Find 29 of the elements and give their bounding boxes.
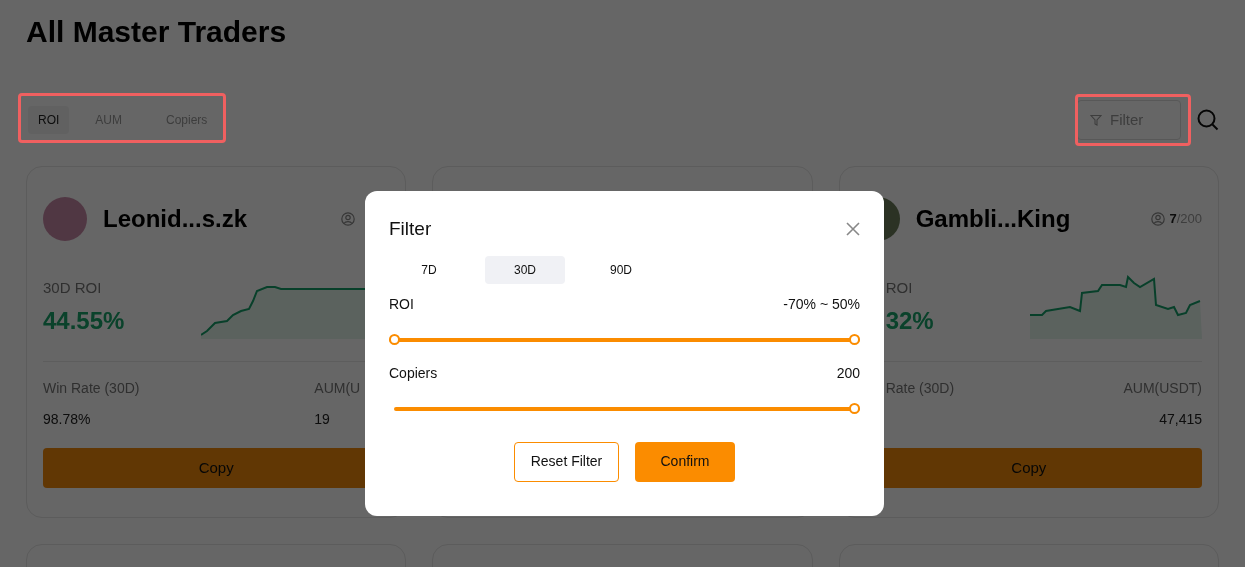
sort-tab[interactable]: ROI	[28, 106, 70, 134]
slider-track[interactable]	[389, 332, 860, 347]
reset-button[interactable]: Reset Filter	[514, 441, 619, 482]
range-label: ROI	[389, 294, 414, 314]
user-icon	[1151, 212, 1166, 226]
period-tab[interactable]: 90D	[581, 255, 661, 284]
trader-name: Leonid...s.zk	[103, 204, 248, 234]
range-reading: 200	[836, 363, 860, 383]
slider-thumb[interactable]	[849, 333, 860, 345]
filter-icon	[1090, 114, 1102, 126]
dialog-title: Filter	[389, 217, 432, 241]
slider-thumb[interactable]	[849, 402, 860, 414]
period-tab[interactable]: 30D	[485, 255, 565, 284]
roi-value: 32%	[885, 306, 934, 336]
avatar-icon	[43, 197, 87, 241]
trader-name: Gambli...King	[915, 204, 1071, 234]
user-icon	[341, 212, 356, 226]
close-icon[interactable]	[846, 222, 860, 237]
aum-value: 47,415	[1158, 410, 1202, 429]
range-label: Copiers	[389, 363, 438, 383]
search-icon[interactable]	[1197, 109, 1219, 131]
slider-thumb[interactable]	[389, 333, 400, 345]
win-rate-value: 98.78%	[43, 410, 92, 429]
confirm-button[interactable]: Confirm	[635, 441, 735, 482]
range-reading: -70% ~ 50%	[783, 294, 860, 314]
roi-value: 44.55%	[43, 306, 125, 336]
aum-value: 19	[314, 410, 331, 429]
page-title: All Master Traders	[26, 14, 288, 50]
period-tab[interactable]: 7D	[389, 255, 469, 284]
